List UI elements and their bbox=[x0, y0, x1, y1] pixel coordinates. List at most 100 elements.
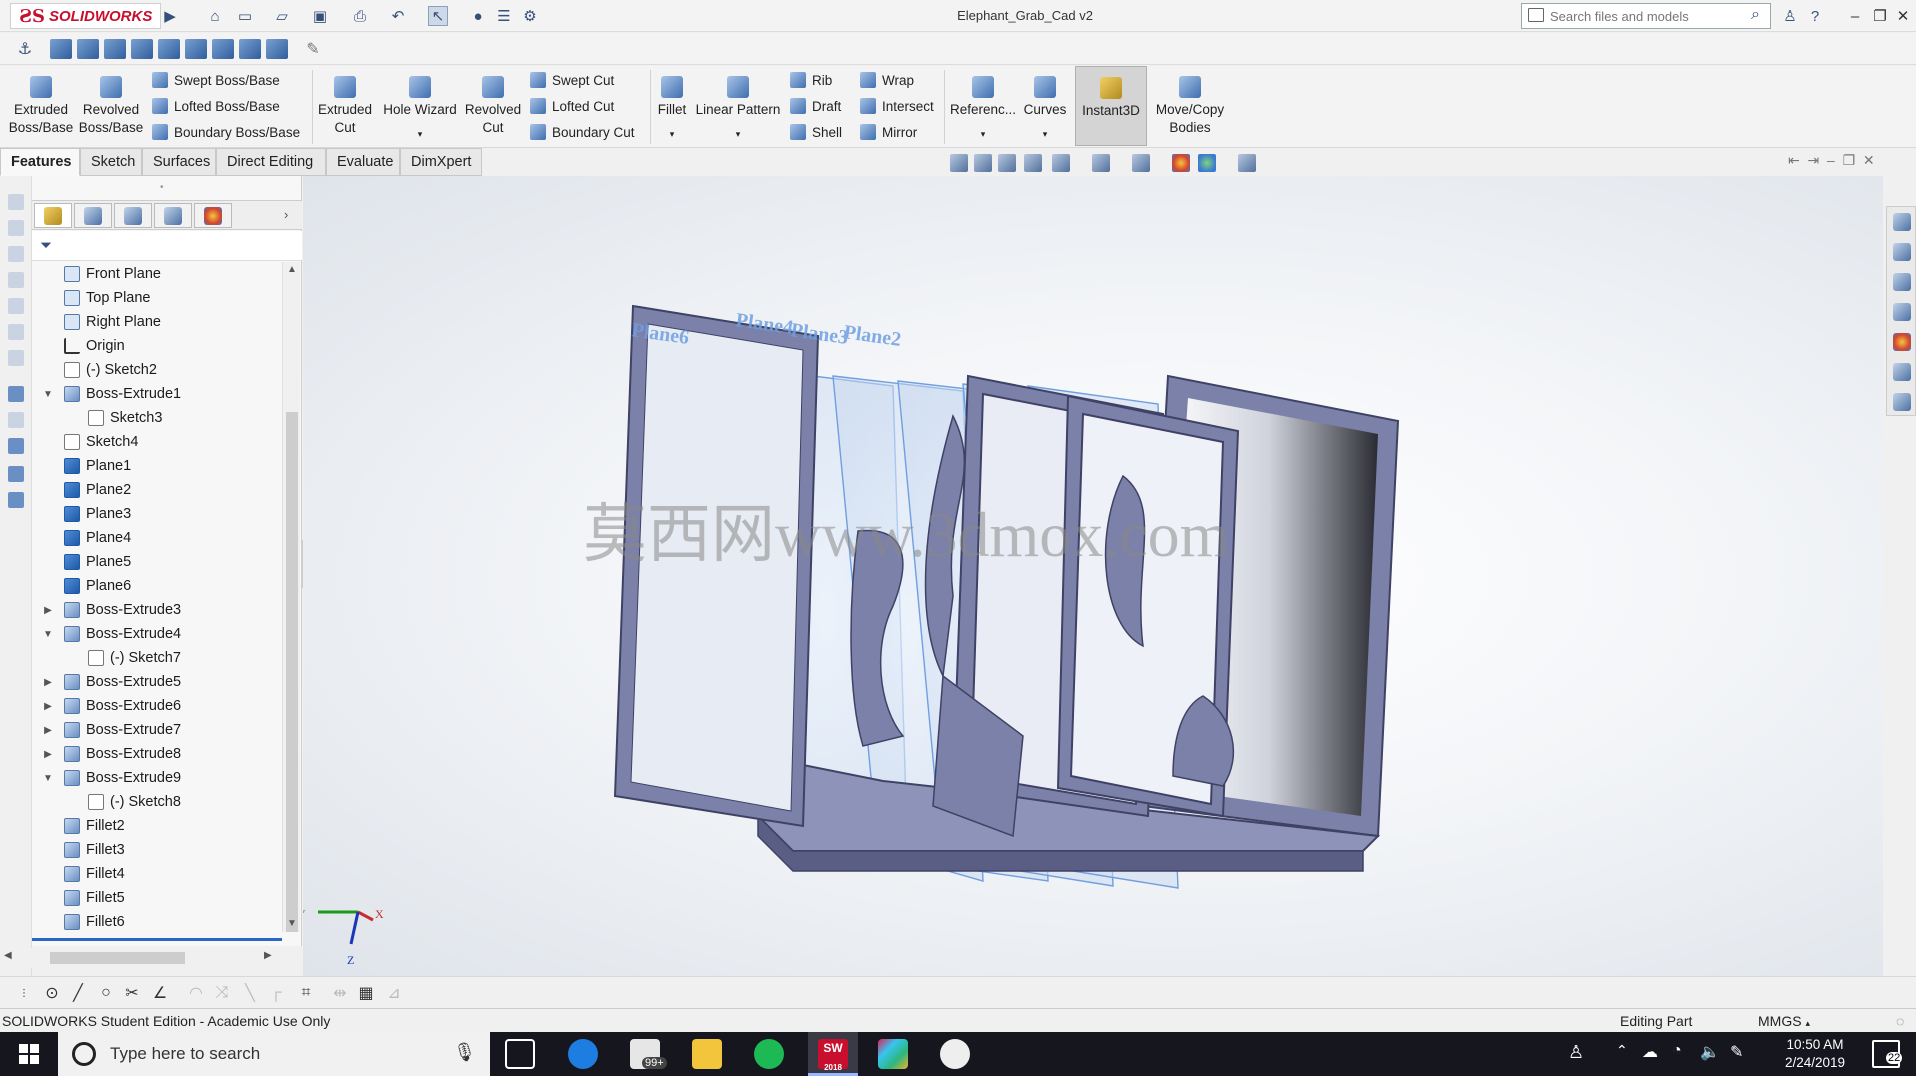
minimize-icon[interactable]: – bbox=[1845, 6, 1865, 26]
draft-button[interactable]: Draft bbox=[790, 98, 841, 114]
expand-icon[interactable]: ▶ bbox=[42, 677, 54, 688]
spotify-icon[interactable] bbox=[754, 1039, 784, 1069]
pin-icon[interactable]: ⚓ bbox=[14, 39, 36, 59]
circle-center-icon[interactable]: ⊙ bbox=[42, 983, 62, 1003]
close-icon[interactable]: ✕ bbox=[1893, 6, 1913, 26]
people-icon[interactable]: ♙ bbox=[1568, 1042, 1584, 1063]
construction-line-icon[interactable]: ╲ bbox=[240, 983, 260, 1003]
volume-icon[interactable]: 🔈 bbox=[1700, 1042, 1720, 1062]
offset-icon[interactable]: ⤨ bbox=[212, 983, 232, 1003]
previous-view-icon[interactable] bbox=[998, 154, 1016, 172]
user-icon[interactable]: ♙ bbox=[1780, 6, 1800, 26]
tool-strip-icon[interactable] bbox=[8, 412, 24, 428]
dimxpertmanager-tab[interactable] bbox=[154, 203, 192, 228]
expand-icon[interactable]: ▶ bbox=[42, 725, 54, 736]
tree-item[interactable]: Fillet4 bbox=[64, 862, 125, 886]
tree-item[interactable]: Front Plane bbox=[64, 262, 161, 286]
angle-icon[interactable]: ∠ bbox=[150, 983, 170, 1003]
propertymanager-tab[interactable] bbox=[74, 203, 112, 228]
tree-item[interactable]: Plane3 bbox=[64, 502, 131, 526]
instant3d-button[interactable]: Instant3D bbox=[1075, 66, 1147, 146]
tree-filter-row[interactable]: ⏷ bbox=[32, 231, 302, 261]
wrap-button[interactable]: Wrap bbox=[860, 72, 914, 88]
curves-button[interactable]: Curves ▾ bbox=[1020, 76, 1070, 143]
tree-item[interactable]: ▶ Boss-Extrude8 bbox=[44, 742, 181, 766]
tab-evaluate[interactable]: Evaluate bbox=[326, 148, 400, 176]
graphics-area[interactable]: Plane6 Plane4 Plane3 Plane2 莫西网www.3dmox… bbox=[303, 176, 1883, 976]
linear-pattern-dropdown-icon[interactable]: ▾ bbox=[692, 125, 784, 143]
part-model-view[interactable]: Plane6 Plane4 Plane3 Plane2 莫西网www.3dmox… bbox=[303, 176, 1883, 976]
tool-strip-icon[interactable] bbox=[8, 220, 24, 236]
tree-vertical-scrollbar[interactable]: ▲ ▼ bbox=[282, 262, 300, 932]
tree-item[interactable]: Fillet5 bbox=[64, 886, 125, 910]
smart-dimension-icon[interactable]: ⌗ bbox=[296, 983, 316, 1003]
tree-item[interactable]: Plane5 bbox=[64, 550, 131, 574]
tree-item[interactable]: ▶ Boss-Extrude3 bbox=[44, 598, 181, 622]
displaymanager-tab[interactable] bbox=[194, 203, 232, 228]
configurationmanager-tab[interactable] bbox=[114, 203, 152, 228]
tool-strip-icon[interactable] bbox=[8, 492, 24, 508]
hide-show-items-icon[interactable] bbox=[1132, 154, 1150, 172]
quick-tips-icon[interactable]: ◌ bbox=[1896, 1013, 1904, 1029]
distance-icon[interactable]: ⇹ bbox=[330, 983, 350, 1003]
tree-item[interactable]: ▶ Boss-Extrude6 bbox=[44, 694, 181, 718]
grid-icon[interactable]: ▦ bbox=[356, 983, 376, 1003]
tool-strip-icon[interactable] bbox=[8, 438, 24, 454]
viewport-window-controls[interactable]: ⇤ ⇥ – ❐ ✕ bbox=[1788, 152, 1875, 169]
fillet-button[interactable]: Fillet ▾ bbox=[654, 76, 690, 143]
search-icon[interactable]: ⌕ bbox=[1751, 6, 1760, 24]
tool-strip-icon[interactable] bbox=[8, 194, 24, 210]
apply-scene-icon[interactable] bbox=[1198, 154, 1216, 172]
line-icon[interactable]: ╱ bbox=[68, 983, 88, 1003]
tree-item[interactable]: (-) Sketch8 bbox=[88, 790, 181, 814]
extruded-cut-button[interactable]: Extruded Cut bbox=[314, 76, 376, 137]
fillet-dropdown-icon[interactable]: ▾ bbox=[654, 125, 690, 143]
solidworks-resources-icon[interactable] bbox=[1893, 213, 1911, 231]
tab-features[interactable]: Features bbox=[0, 148, 80, 176]
scroll-up-icon[interactable]: ▲ bbox=[287, 264, 297, 275]
paint-app-icon[interactable] bbox=[940, 1039, 970, 1069]
linear-pattern-button[interactable]: Linear Pattern ▾ bbox=[692, 76, 784, 143]
scroll-right-icon[interactable]: ▶ bbox=[264, 950, 272, 961]
action-center-icon[interactable]: 22 bbox=[1872, 1040, 1903, 1068]
scroll-down-icon[interactable]: ▼ bbox=[287, 918, 297, 929]
back-view-icon[interactable] bbox=[77, 39, 99, 59]
wifi-icon[interactable]: ◔ bbox=[1672, 1042, 1682, 1060]
reference-geometry-button[interactable]: Referenc... ▾ bbox=[948, 76, 1018, 143]
featuremanager-tab[interactable] bbox=[34, 203, 72, 228]
tree-item[interactable]: Top Plane bbox=[64, 286, 151, 310]
circle-icon[interactable]: ○ bbox=[96, 983, 116, 1003]
tool-strip-icon[interactable] bbox=[8, 466, 24, 482]
arc-icon[interactable]: ◠ bbox=[186, 983, 206, 1003]
collapse-icon[interactable]: ▼ bbox=[42, 389, 54, 400]
tree-item[interactable]: (-) Sketch2 bbox=[64, 358, 157, 382]
tab-direct-editing[interactable]: Direct Editing bbox=[216, 148, 326, 176]
lofted-boss-button[interactable]: Lofted Boss/Base bbox=[152, 98, 280, 114]
collapse-icon[interactable]: ▼ bbox=[42, 773, 54, 784]
tree-scroll-thumb[interactable] bbox=[286, 412, 298, 932]
show-hidden-icons-icon[interactable]: ⌃ bbox=[1616, 1042, 1628, 1059]
swept-cut-button[interactable]: Swept Cut bbox=[530, 72, 614, 88]
tool-strip-icon[interactable] bbox=[8, 386, 24, 402]
tree-item[interactable]: Plane6 bbox=[64, 574, 131, 598]
tool-strip-icon[interactable] bbox=[8, 324, 24, 340]
isometric-view-icon[interactable] bbox=[212, 39, 234, 59]
forum-icon[interactable] bbox=[1893, 393, 1911, 411]
boundary-cut-button[interactable]: Boundary Cut bbox=[530, 124, 635, 140]
top-view-icon[interactable] bbox=[158, 39, 180, 59]
system-clock[interactable]: 10:50 AM 2/24/2019 bbox=[1770, 1036, 1860, 1072]
tab-sketch[interactable]: Sketch bbox=[80, 148, 142, 176]
tree-item[interactable]: ▼ Boss-Extrude1 bbox=[43, 382, 181, 406]
rib-button[interactable]: Rib bbox=[790, 72, 832, 88]
expand-icon[interactable]: ▶ bbox=[42, 749, 54, 760]
more-tabs-icon[interactable]: › bbox=[284, 207, 288, 222]
taskbar-search-input[interactable]: Type here to search 🎙 bbox=[58, 1032, 490, 1076]
onedrive-cloud-icon[interactable]: ☁ bbox=[1642, 1042, 1658, 1062]
view-palette-icon[interactable] bbox=[1893, 303, 1911, 321]
zoom-to-fit-icon[interactable] bbox=[950, 154, 968, 172]
revolved-boss-button[interactable]: Revolved Boss/Base bbox=[78, 76, 144, 137]
tree-item[interactable]: ▶ Boss-Extrude5 bbox=[44, 670, 181, 694]
tree-item[interactable]: ▶ Boss-Extrude7 bbox=[44, 718, 181, 742]
task-view-icon[interactable] bbox=[505, 1039, 535, 1069]
edit-appearance-icon[interactable] bbox=[1172, 154, 1190, 172]
